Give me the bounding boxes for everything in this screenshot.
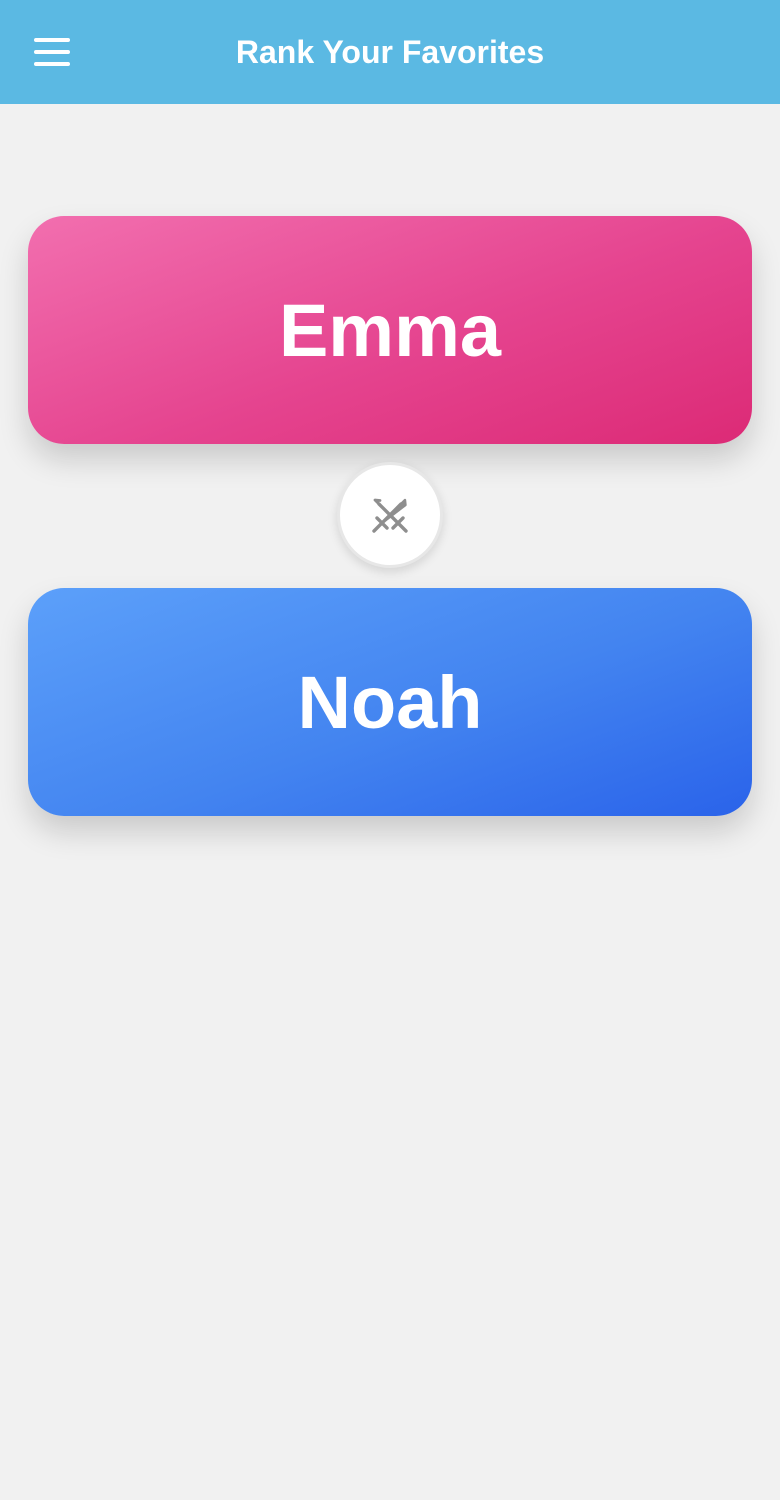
crossed-swords-icon: [367, 492, 413, 538]
hamburger-menu-icon[interactable]: [34, 36, 70, 68]
app-header: Rank Your Favorites: [0, 0, 780, 104]
menu-line: [34, 50, 70, 54]
menu-line: [34, 62, 70, 66]
page-title: Rank Your Favorites: [235, 34, 545, 70]
choice-card-option-a[interactable]: Emma: [28, 216, 752, 444]
menu-line: [34, 38, 70, 42]
choice-card-option-b[interactable]: Noah: [28, 588, 752, 816]
versus-badge: [337, 462, 443, 568]
